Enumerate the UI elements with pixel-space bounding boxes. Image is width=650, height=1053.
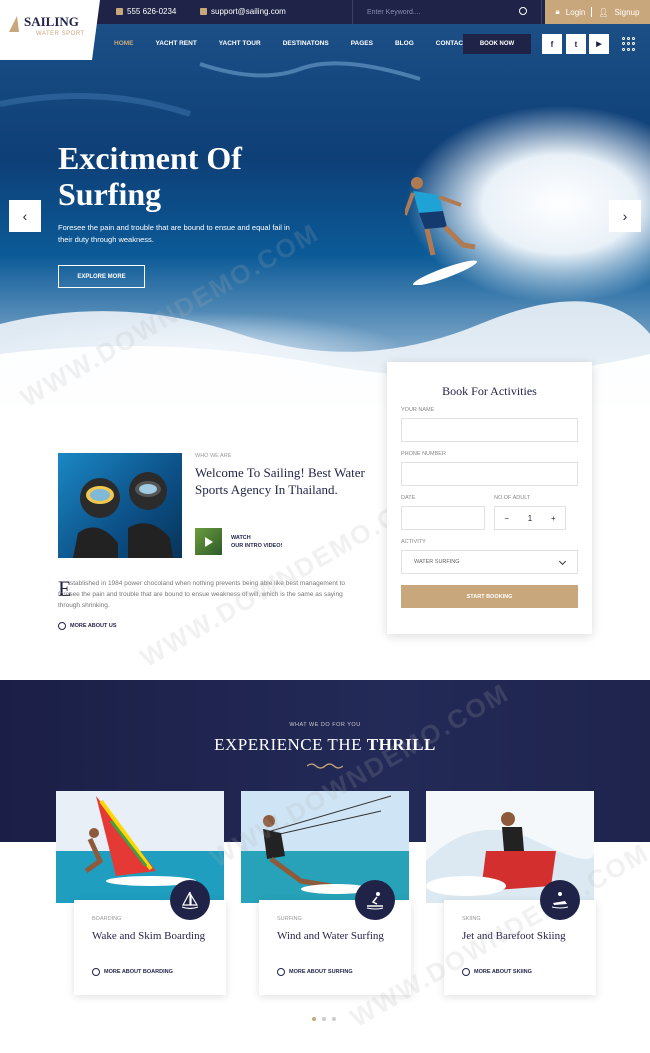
arrow-circle-icon — [92, 968, 100, 976]
increment-button[interactable]: + — [551, 514, 556, 523]
phone-field[interactable] — [401, 462, 578, 486]
booking-form: Book For Activities YOUR NAME PHONE NUMB… — [387, 362, 592, 634]
logo-name: SAILING — [24, 14, 79, 29]
watch-line-1: WATCH — [231, 535, 251, 541]
carousel-dots — [312, 1017, 336, 1021]
explore-more-button[interactable]: EXPLORE MORE — [58, 265, 145, 288]
carousel-dot[interactable] — [322, 1017, 326, 1021]
name-field[interactable] — [401, 418, 578, 442]
prev-slide-button[interactable]: ‹ — [9, 200, 41, 232]
email-contact[interactable]: support@sailing.com — [200, 7, 286, 16]
wave-divider-icon — [307, 763, 343, 769]
nav-yacht-rent[interactable]: YACHT RENT — [156, 40, 197, 47]
card-more-link[interactable]: MORE ABOUT SKIING — [462, 968, 532, 976]
facebook-icon[interactable]: f — [542, 34, 562, 54]
nav-blog[interactable]: BLOG — [395, 40, 414, 47]
services-title: EXPERIENCE THE THRILL — [0, 735, 650, 755]
play-icon — [204, 536, 213, 547]
watch-video-link[interactable]: WATCH OUR INTRO VIDEO! — [231, 534, 282, 550]
main-nav: HOME YACHT RENT YACHT TOUR DESTINATONS P… — [114, 40, 489, 47]
book-now-button[interactable]: BOOK NOW — [463, 34, 531, 54]
arrow-circle-icon — [58, 622, 66, 630]
nav-destinations[interactable]: DESTINATONS — [283, 40, 329, 47]
card-category: SKIING — [462, 916, 481, 922]
name-label: YOUR NAME — [401, 407, 435, 413]
sailboat-icon — [9, 16, 19, 32]
card-more-link[interactable]: MORE ABOUT BOARDING — [92, 968, 173, 976]
chevron-left-icon: ‹ — [22, 208, 28, 224]
menu-grid-icon[interactable] — [622, 37, 636, 51]
decrement-button[interactable]: − — [504, 514, 509, 523]
sailing-badge-icon — [170, 880, 210, 920]
hero-subtitle: Foresee the pain and trouble that are bo… — [58, 223, 290, 244]
card-more-label: MORE ABOUT SURFING — [289, 969, 353, 975]
next-slide-button[interactable]: › — [609, 200, 641, 232]
phone-icon — [116, 8, 123, 15]
more-about-us-link[interactable]: MORE ABOUT US — [58, 622, 117, 630]
lock-icon: 🔒︎ — [555, 7, 560, 16]
booking-title: Book For Activities — [442, 384, 537, 398]
search-input[interactable]: Enter Keyword.... — [352, 0, 542, 24]
jetski-badge-icon — [540, 880, 580, 920]
carousel-dot[interactable] — [332, 1017, 336, 1021]
nav-home[interactable]: HOME — [114, 40, 134, 47]
card-more-label: MORE ABOUT SKIING — [474, 969, 532, 975]
phone-label: PHONE NUMBER — [401, 451, 446, 457]
logo[interactable]: SAILING WATER SPORT — [0, 0, 100, 60]
waterski-badge-icon — [355, 880, 395, 920]
youtube-icon[interactable]: ▶ — [589, 34, 609, 54]
activity-label: ACTIVITY — [401, 539, 426, 545]
about-title: Welcome To Sailing! Best Water Sports Ag… — [195, 465, 365, 497]
adult-label: NO.OF ADULT — [494, 495, 531, 501]
services-title-b: THRILL — [366, 735, 436, 754]
card-more-link[interactable]: MORE ABOUT SURFING — [277, 968, 353, 976]
hero-waves — [0, 61, 650, 408]
watch-line-2: OUR INTRO VIDEO! — [231, 543, 283, 549]
services-title-a: EXPERIENCE THE — [214, 735, 367, 754]
mail-icon — [200, 8, 207, 15]
date-field[interactable] — [401, 506, 485, 530]
chevron-down-icon — [558, 557, 567, 566]
search-placeholder: Enter Keyword.... — [367, 8, 421, 16]
video-thumbnail[interactable] — [195, 528, 222, 555]
activity-value: WATER SURFING — [414, 559, 460, 565]
card-title: Wake and Skim Boarding — [92, 930, 206, 942]
auth-links: 🔒︎ Login 👤︎ Signup — [545, 0, 650, 24]
surfer-image — [405, 177, 477, 285]
login-link[interactable]: Login — [566, 8, 586, 17]
phone-contact[interactable]: 555 626-0234 — [116, 7, 176, 16]
card-title: Wind and Water Surfing — [277, 930, 384, 942]
start-booking-button[interactable]: START BOOKING — [401, 585, 578, 608]
services-eyebrow: WHAT WE DO FOR YOU — [289, 722, 361, 728]
signup-link[interactable]: Signup — [615, 8, 640, 17]
about-eyebrow: WHO WE ARE — [195, 453, 232, 459]
divider — [591, 7, 593, 17]
date-label: DATE — [401, 495, 416, 501]
arrow-circle-icon — [277, 968, 285, 976]
twitter-icon[interactable]: t — [566, 34, 586, 54]
carousel-dot[interactable] — [312, 1017, 316, 1021]
nav-yacht-tour[interactable]: YACHT TOUR — [219, 40, 261, 47]
about-body: stablished in 1984 power chocoland when … — [58, 580, 345, 609]
arrow-circle-icon — [462, 968, 470, 976]
hero-slider — [0, 24, 650, 408]
more-about-us-label: MORE ABOUT US — [70, 623, 117, 629]
email-text: support@sailing.com — [211, 7, 286, 16]
card-category: SURFING — [277, 916, 302, 922]
chevron-right-icon: › — [622, 208, 628, 224]
search-icon[interactable] — [519, 7, 527, 15]
phone-text: 555 626-0234 — [127, 7, 177, 16]
logo-tagline: WATER SPORT — [36, 31, 85, 37]
card-title: Jet and Barefoot Skiing — [462, 930, 566, 942]
adult-count: 1 — [527, 513, 533, 523]
nav-pages[interactable]: PAGES — [351, 40, 373, 47]
card-more-label: MORE ABOUT BOARDING — [104, 969, 173, 975]
card-category: BOARDING — [92, 916, 122, 922]
user-icon: 👤︎ — [598, 7, 609, 17]
divers-image — [58, 453, 182, 558]
hero-title: Excitment Of Surfing — [58, 140, 242, 212]
adult-stepper: − 1 + — [494, 506, 566, 530]
activity-select[interactable]: WATER SURFING — [401, 550, 578, 574]
